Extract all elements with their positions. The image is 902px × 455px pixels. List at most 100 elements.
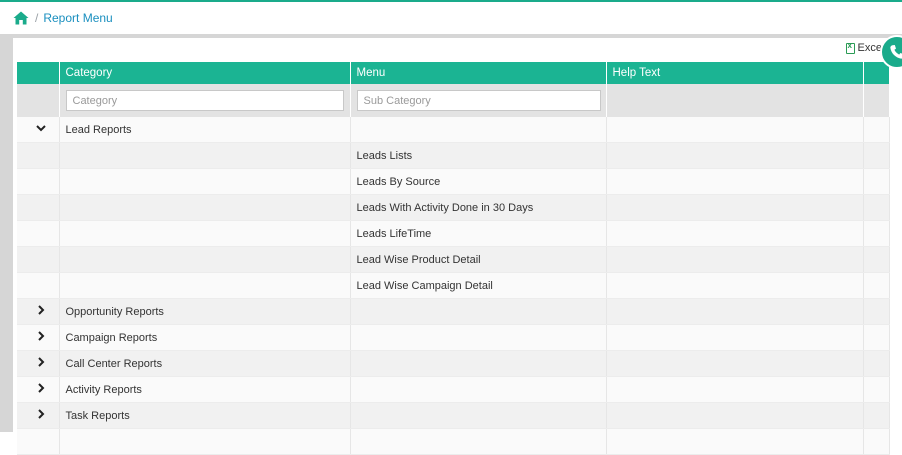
row-spacer [863, 194, 890, 221]
row-menu[interactable]: Leads Lists [350, 142, 607, 169]
grid-header-row: Category Menu Help Text [17, 62, 890, 84]
row-menu [350, 117, 607, 143]
row-menu[interactable]: Leads With Activity Done in 30 Days [350, 194, 607, 221]
row-help-text [606, 117, 864, 143]
row-toggle-cell [17, 428, 60, 455]
sub-category-filter-input[interactable] [356, 90, 601, 111]
row-spacer [863, 220, 890, 247]
breadcrumb-separator: / [35, 11, 39, 25]
row-toggle-cell [17, 246, 60, 273]
row-spacer [863, 428, 890, 455]
table-row: Lead Reports [17, 117, 890, 143]
table-row: Lead Wise Campaign Detail [17, 272, 890, 299]
table-row: Activity Reports [17, 376, 890, 403]
chevron-right-icon[interactable] [35, 382, 47, 394]
table-row [17, 428, 890, 455]
row-spacer [863, 350, 890, 377]
row-category[interactable]: Opportunity Reports [59, 298, 351, 325]
row-category [59, 142, 351, 169]
chevron-right-icon[interactable] [35, 356, 47, 368]
row-spacer [863, 298, 890, 325]
row-category [59, 246, 351, 273]
home-icon[interactable] [13, 11, 29, 25]
row-category[interactable]: Lead Reports [59, 117, 351, 143]
row-category[interactable]: Task Reports [59, 402, 351, 429]
table-row: Lead Wise Product Detail [17, 246, 890, 273]
filter-menu-cell [350, 84, 607, 117]
row-help-text [606, 324, 864, 351]
row-spacer [863, 272, 890, 299]
row-spacer [863, 376, 890, 403]
row-help-text [606, 168, 864, 195]
table-row: Leads With Activity Done in 30 Days [17, 194, 890, 221]
row-toggle-cell[interactable] [17, 117, 60, 143]
row-spacer [863, 168, 890, 195]
row-category [59, 272, 351, 299]
table-row: Task Reports [17, 402, 890, 429]
row-menu[interactable]: Lead Wise Campaign Detail [350, 272, 607, 299]
row-spacer [863, 402, 890, 429]
header-help-text[interactable]: Help Text [606, 62, 864, 84]
row-help-text [606, 376, 864, 403]
row-category [59, 220, 351, 247]
table-row: Call Center Reports [17, 350, 890, 377]
row-category[interactable]: Campaign Reports [59, 324, 351, 351]
row-help-text [606, 142, 864, 169]
row-toggle-cell[interactable] [17, 350, 60, 377]
filter-category-cell [59, 84, 351, 117]
header-menu[interactable]: Menu [350, 62, 607, 84]
row-toggle-cell[interactable] [17, 298, 60, 325]
row-toggle-cell [17, 142, 60, 169]
row-category[interactable]: Call Center Reports [59, 350, 351, 377]
table-row: Leads Lists [17, 142, 890, 169]
header-toggle [17, 62, 60, 84]
row-menu [350, 324, 607, 351]
row-help-text [606, 194, 864, 221]
header-category[interactable]: Category [59, 62, 351, 84]
row-menu[interactable]: Leads By Source [350, 168, 607, 195]
row-toggle-cell[interactable] [17, 402, 60, 429]
row-toggle-cell[interactable] [17, 324, 60, 351]
row-help-text [606, 246, 864, 273]
chevron-down-icon[interactable] [35, 122, 47, 134]
row-help-text [606, 402, 864, 429]
chevron-right-icon[interactable] [35, 304, 47, 316]
row-help-text [606, 298, 864, 325]
chevron-right-icon[interactable] [35, 330, 47, 342]
table-row: Leads LifeTime [17, 220, 890, 247]
row-menu[interactable]: Leads LifeTime [350, 220, 607, 247]
row-help-text [606, 428, 864, 455]
excel-file-icon [845, 41, 855, 54]
chevron-right-icon[interactable] [35, 408, 47, 420]
row-menu[interactable]: Lead Wise Product Detail [350, 246, 607, 273]
table-row: Campaign Reports [17, 324, 890, 351]
row-help-text [606, 220, 864, 247]
row-menu [350, 428, 607, 455]
row-help-text [606, 350, 864, 377]
category-filter-input[interactable] [65, 90, 344, 111]
row-category[interactable]: Activity Reports [59, 376, 351, 403]
row-toggle-cell[interactable] [17, 376, 60, 403]
row-toggle-cell [17, 220, 60, 247]
export-excel-button[interactable]: Exce [845, 41, 882, 54]
row-menu [350, 298, 607, 325]
breadcrumb: / Report Menu [0, 2, 902, 34]
filter-row [17, 84, 890, 117]
table-row: Leads By Source [17, 168, 890, 195]
row-category [59, 428, 351, 455]
filter-help-cell [606, 84, 864, 117]
breadcrumb-current[interactable]: Report Menu [43, 11, 112, 25]
row-help-text [606, 272, 864, 299]
row-spacer [863, 324, 890, 351]
export-excel-label: Exce [857, 42, 882, 54]
grid-body: Lead Reports Leads Lists Leads By Source Le… [17, 117, 890, 455]
header-spacer [863, 62, 890, 84]
row-menu [350, 376, 607, 403]
row-menu [350, 402, 607, 429]
row-category [59, 168, 351, 195]
phone-icon [890, 45, 902, 59]
report-menu-grid: Category Menu Help Text Lead ReportsLead… [17, 62, 890, 455]
row-spacer [863, 246, 890, 273]
row-toggle-cell [17, 194, 60, 221]
row-spacer [863, 117, 890, 143]
